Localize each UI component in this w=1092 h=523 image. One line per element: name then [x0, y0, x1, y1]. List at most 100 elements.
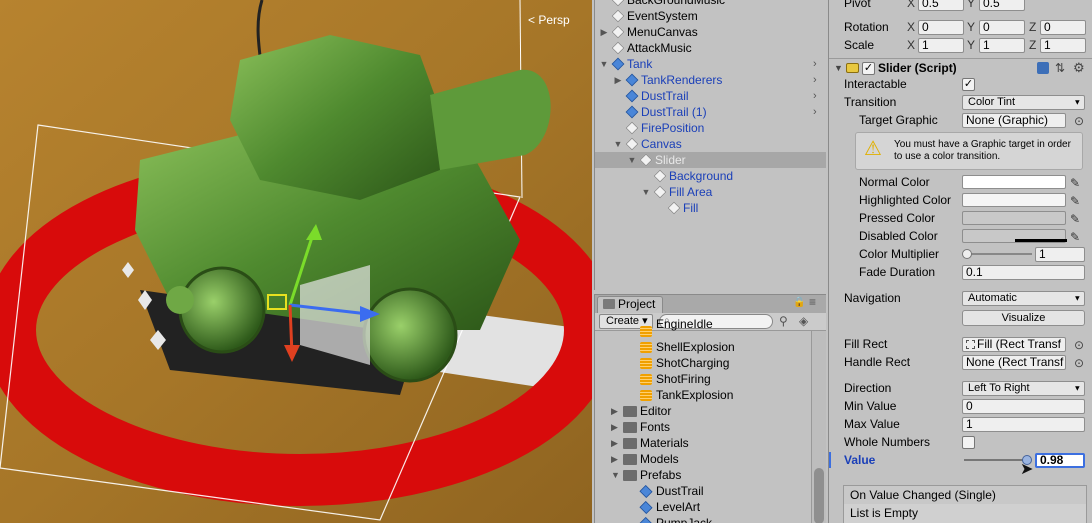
multiplier-slider-track[interactable]	[966, 253, 1032, 255]
hierarchy-item[interactable]: ▼ Canvas	[595, 136, 826, 152]
foldout-open-icon[interactable]: ▼	[599, 56, 609, 72]
hierarchy-item[interactable]: DustTrail (1) ›	[595, 104, 826, 120]
audio-clip-icon	[640, 342, 652, 353]
max-value-field[interactable]: 1	[962, 417, 1085, 432]
pressed-color-row: Pressed Color ✎	[829, 209, 1092, 227]
eyedropper-icon[interactable]: ✎	[1070, 174, 1080, 192]
lock-icon[interactable]: 🔒	[793, 297, 805, 308]
pressed-color-swatch[interactable]	[962, 211, 1066, 225]
project-item[interactable]: DustTrail	[595, 483, 810, 499]
chevron-right-icon[interactable]: ›	[813, 104, 817, 120]
scale-z-field[interactable]: 1	[1040, 38, 1086, 53]
rotation-y-field[interactable]: 0	[979, 20, 1025, 35]
project-item[interactable]: EngineIdle	[595, 317, 810, 339]
foldout-closed-icon[interactable]: ▶	[611, 419, 618, 435]
project-item-label: Fonts	[640, 420, 671, 434]
project-item[interactable]: ▶ Models	[595, 451, 810, 467]
scene-canvas[interactable]	[0, 0, 592, 523]
project-panel: Project 🔒 ≡ Create ▾ ⌕ ⚲ ◈ EngineIdle She…	[594, 294, 826, 523]
project-item[interactable]: ▶ Fonts	[595, 419, 810, 435]
value-field[interactable]: 0.98	[1035, 453, 1085, 468]
axis-z-label: Z	[1029, 20, 1037, 34]
min-value-field[interactable]: 0	[962, 399, 1085, 414]
hierarchy-item[interactable]: Fill	[595, 200, 826, 216]
chevron-right-icon[interactable]: ›	[813, 72, 817, 88]
chevron-right-icon[interactable]: ›	[813, 56, 817, 72]
hierarchy-item[interactable]: DustTrail ›	[595, 88, 826, 104]
navigation-dropdown[interactable]: Automatic	[962, 291, 1085, 306]
hierarchy-item[interactable]: ▶ MenuCanvas	[595, 24, 826, 40]
chevron-right-icon[interactable]: ›	[813, 88, 817, 104]
project-item[interactable]: ▶ Materials	[595, 435, 810, 451]
eyedropper-icon[interactable]: ✎	[1070, 192, 1080, 210]
handle-rect-field[interactable]: None (Rect Transf	[962, 355, 1066, 370]
pivot-x-field[interactable]: 0.5	[918, 0, 964, 11]
object-picker-icon[interactable]: ⊙	[1074, 112, 1084, 130]
foldout-open-icon[interactable]: ▼	[611, 467, 620, 483]
rotation-z-field[interactable]: 0	[1040, 20, 1086, 35]
hierarchy-item[interactable]: FirePosition	[595, 120, 826, 136]
highlighted-color-swatch[interactable]	[962, 193, 1066, 207]
object-picker-icon[interactable]: ⊙	[1074, 336, 1084, 354]
prefab-cube-icon	[639, 516, 653, 523]
hierarchy-item[interactable]: AttackMusic	[595, 40, 826, 56]
project-item[interactable]: TankExplosion	[595, 387, 810, 403]
interactable-checkbox[interactable]: ✓	[962, 78, 975, 91]
project-item[interactable]: ▼ Prefabs	[595, 467, 810, 483]
value-slider-track[interactable]	[964, 459, 1028, 461]
project-item[interactable]: LevelArt	[595, 499, 810, 515]
object-picker-icon[interactable]: ⊙	[1074, 354, 1084, 372]
foldout-open-icon[interactable]: ▼	[641, 184, 651, 200]
direction-label: Direction	[844, 381, 892, 395]
project-tab[interactable]: Project	[597, 296, 663, 313]
menu-icon[interactable]: ≡	[809, 295, 816, 309]
fill-rect-field[interactable]: Fill (Rect Transf	[962, 337, 1066, 352]
hierarchy-item[interactable]: Background	[595, 168, 826, 184]
whole-numbers-checkbox[interactable]	[962, 436, 975, 449]
hierarchy-item[interactable]: ▼ Tank ›	[595, 56, 826, 72]
eyedropper-icon[interactable]: ✎	[1070, 210, 1080, 228]
project-item[interactable]: ▶ Editor	[595, 403, 810, 419]
warning-box: ⚠ You must have a Graphic target in orde…	[855, 132, 1083, 170]
disabled-color-swatch[interactable]	[962, 229, 1067, 243]
scale-x-field[interactable]: 1	[918, 38, 964, 53]
foldout-closed-icon[interactable]: ▶	[611, 435, 618, 451]
project-item[interactable]: ShellExplosion	[595, 339, 810, 355]
normal-color-swatch[interactable]	[962, 175, 1066, 189]
hierarchy-item[interactable]: ▶ TankRenderers ›	[595, 72, 826, 88]
persp-label[interactable]: < Persp	[528, 13, 570, 27]
component-enabled-checkbox[interactable]: ✓	[862, 62, 875, 75]
fade-duration-field[interactable]: 0.1	[962, 265, 1085, 280]
hierarchy-item[interactable]: EventSystem	[595, 8, 826, 24]
fade-duration-row: Fade Duration 0.1	[829, 263, 1092, 281]
foldout-closed-icon[interactable]: ▶	[611, 451, 618, 467]
project-item[interactable]: ShotFiring	[595, 371, 810, 387]
pivot-y-field[interactable]: 0.5	[979, 0, 1025, 11]
hierarchy-item-label: EventSystem	[627, 9, 698, 23]
visualize-button[interactable]: Visualize	[962, 310, 1085, 326]
multiplier-slider-handle[interactable]	[962, 249, 972, 259]
rotation-x-field[interactable]: 0	[918, 20, 964, 35]
target-graphic-field[interactable]: None (Graphic)	[962, 113, 1066, 128]
foldout-open-icon[interactable]: ▼	[627, 152, 637, 168]
foldout-closed-icon[interactable]: ▶	[613, 72, 623, 88]
hierarchy-item-label: Tank	[627, 57, 653, 71]
color-multiplier-field[interactable]: 1	[1035, 247, 1085, 262]
eyedropper-icon[interactable]: ✎	[1070, 228, 1080, 246]
project-item[interactable]: PumpJack	[595, 515, 810, 523]
hierarchy-item[interactable]: ▼ Slider	[595, 152, 826, 168]
hierarchy-item[interactable]: ▼ Fill Area	[595, 184, 826, 200]
transition-dropdown[interactable]: Color Tint	[962, 95, 1085, 110]
project-scrollbar[interactable]	[811, 331, 826, 523]
scrollbar-thumb[interactable]	[814, 468, 824, 523]
project-item[interactable]: ShotCharging	[595, 355, 810, 371]
gameobject-cube-icon	[611, 9, 625, 23]
foldout-open-icon[interactable]: ▼	[613, 136, 623, 152]
help-icon[interactable]	[1037, 62, 1049, 74]
foldout-closed-icon[interactable]: ▶	[599, 24, 609, 40]
scene-view[interactable]: < Persp	[0, 0, 592, 523]
scale-y-field[interactable]: 1	[979, 38, 1025, 53]
foldout-closed-icon[interactable]: ▶	[611, 403, 618, 419]
direction-dropdown[interactable]: Left To Right	[962, 381, 1085, 396]
hierarchy-item[interactable]: BackGroundMusic	[595, 0, 826, 8]
